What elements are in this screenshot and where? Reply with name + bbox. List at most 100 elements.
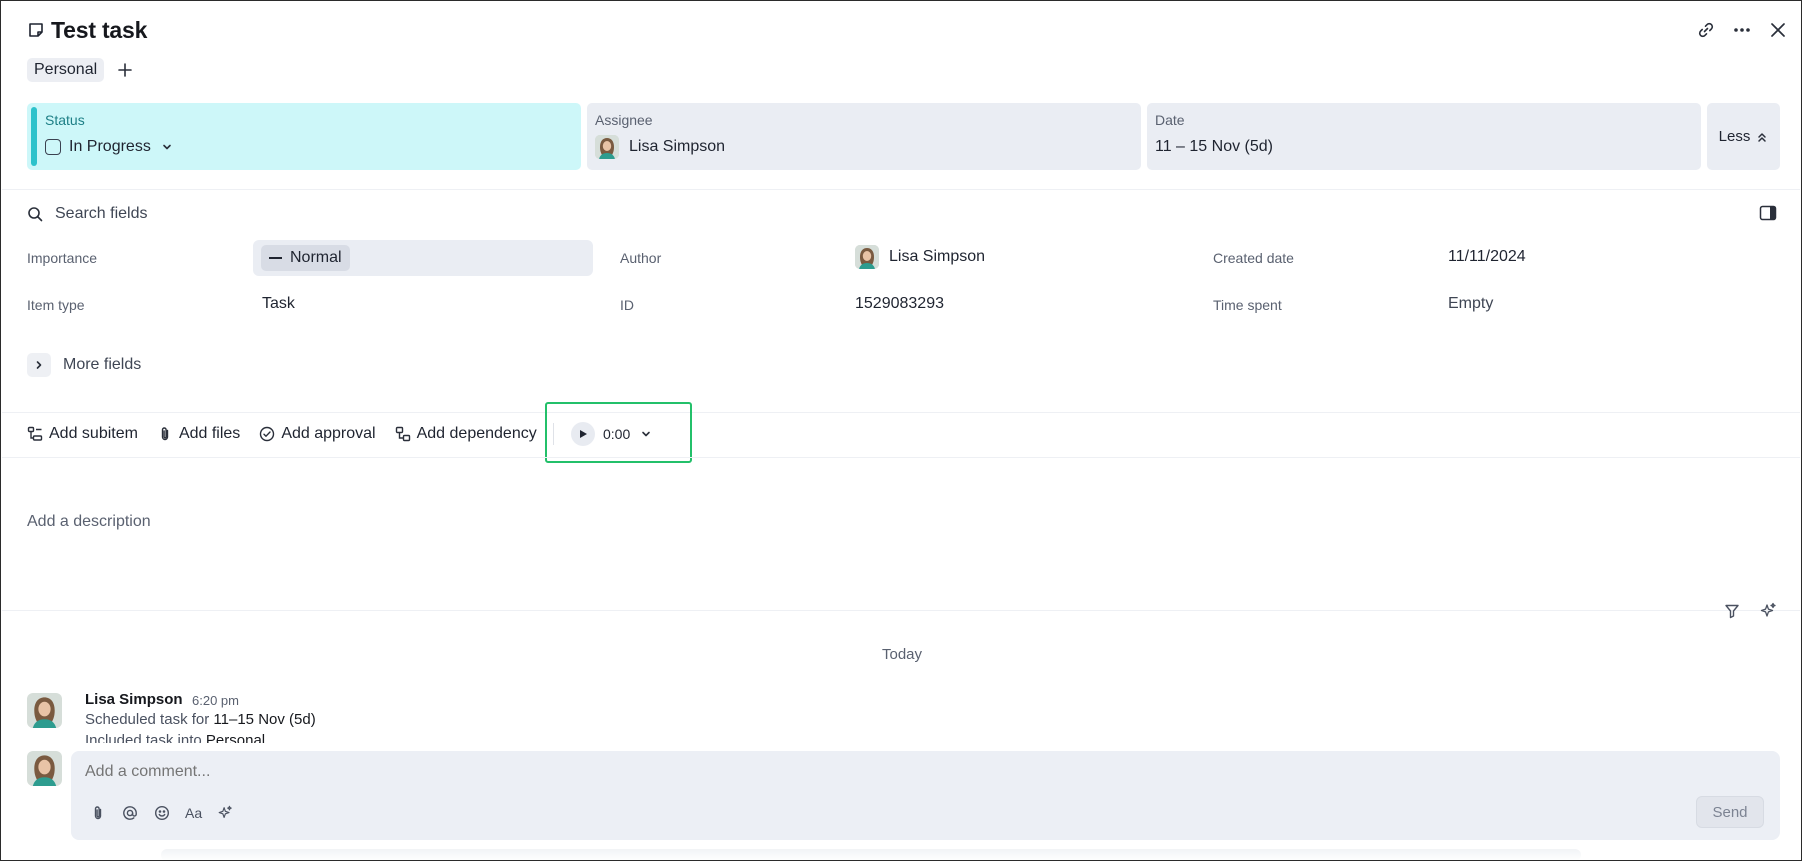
sparkle-icon[interactable] bbox=[216, 804, 234, 822]
activity-time: 6:20 pm bbox=[192, 693, 239, 708]
item-type-label: Item type bbox=[27, 297, 85, 313]
add-subitem-label: Add subitem bbox=[49, 425, 138, 442]
comment-input[interactable] bbox=[85, 761, 1485, 783]
task-note-icon bbox=[27, 21, 45, 39]
activity-line2-value: Personal bbox=[205, 732, 266, 743]
status-text: In Progress bbox=[69, 138, 151, 155]
activity-line1-value: 11–15 Nov (5d) bbox=[213, 711, 316, 728]
chevron-down-icon bbox=[161, 141, 173, 153]
activity-entry: Lisa Simpson 6:20 pm Scheduled task for … bbox=[27, 691, 1427, 743]
emoji-icon[interactable] bbox=[153, 804, 171, 822]
activity-line2-prefix: Included task into bbox=[85, 732, 202, 743]
task-title[interactable]: Test task bbox=[51, 17, 147, 44]
activity-date-group: Today bbox=[881, 646, 923, 663]
status-checkbox[interactable] bbox=[45, 139, 61, 155]
paperclip-icon bbox=[161, 427, 169, 441]
assignee-field[interactable]: Assignee Lisa Simpson bbox=[587, 103, 1141, 170]
paperclip-icon[interactable] bbox=[89, 804, 107, 822]
divider bbox=[2, 412, 1800, 413]
id-value: 1529083293 bbox=[855, 295, 944, 312]
status-label: Status bbox=[45, 112, 85, 128]
activity-line-scheduled: Scheduled task for 11–15 Nov (5d) bbox=[85, 711, 316, 728]
importance-chip[interactable]: Normal bbox=[261, 245, 350, 271]
add-approval-button[interactable]: Add approval bbox=[259, 425, 376, 443]
assignee-name: Lisa Simpson bbox=[629, 138, 726, 155]
author-label: Author bbox=[620, 250, 662, 266]
filter-icon[interactable] bbox=[1723, 602, 1741, 620]
search-icon bbox=[28, 207, 43, 222]
created-date-label: Created date bbox=[1213, 250, 1294, 266]
avatar bbox=[27, 751, 62, 786]
item-toolbar: Add subitem Add files Add approval Add d… bbox=[27, 422, 556, 446]
activity-line-included: Included task into Personal bbox=[85, 732, 265, 743]
avatar bbox=[595, 135, 619, 159]
status-value[interactable]: In Progress bbox=[45, 136, 173, 158]
activity-line1-prefix: Scheduled task for bbox=[85, 711, 210, 728]
field-row-2: Item type Task ID 1529083293 Time spent … bbox=[27, 287, 1780, 323]
assignee-label: Assignee bbox=[595, 112, 653, 128]
activity-author[interactable]: Lisa Simpson bbox=[85, 691, 183, 708]
divider bbox=[2, 189, 1800, 190]
add-files-label: Add files bbox=[178, 425, 241, 442]
activity-actions bbox=[1723, 602, 1777, 620]
more-fields-toggle[interactable]: More fields bbox=[27, 353, 141, 377]
chevron-down-icon[interactable] bbox=[640, 428, 652, 440]
task-detail-panel: Test task Personal Status In Progress As… bbox=[0, 0, 1802, 861]
dash-icon bbox=[269, 257, 282, 259]
add-dependency-label: Add dependency bbox=[416, 425, 537, 442]
timer-value: 0:00 bbox=[603, 426, 631, 442]
less-toggle-button[interactable]: Less bbox=[1707, 103, 1780, 170]
send-button[interactable]: Send bbox=[1696, 796, 1764, 828]
tags-row: Personal bbox=[27, 58, 134, 82]
close-icon[interactable] bbox=[1769, 21, 1787, 39]
created-date-value: 11/11/2024 bbox=[1448, 248, 1526, 265]
avatar bbox=[855, 245, 879, 269]
author-value[interactable]: Lisa Simpson bbox=[855, 245, 985, 269]
side-panel-icon[interactable] bbox=[1759, 205, 1777, 221]
add-dependency-button[interactable]: Add dependency bbox=[395, 425, 537, 443]
assignee-value[interactable]: Lisa Simpson bbox=[595, 135, 726, 159]
importance-value: Normal bbox=[290, 249, 342, 266]
importance-field[interactable]: Normal bbox=[253, 240, 593, 276]
search-fields[interactable]: Search fields bbox=[27, 203, 148, 225]
importance-label: Importance bbox=[27, 250, 98, 266]
add-approval-label: Add approval bbox=[281, 425, 376, 442]
mention-icon[interactable] bbox=[121, 804, 139, 822]
comment-composer: Aa Send bbox=[71, 751, 1780, 840]
play-icon[interactable] bbox=[571, 422, 595, 446]
id-label: ID bbox=[620, 297, 634, 313]
dependency-icon bbox=[395, 426, 410, 442]
search-fields-placeholder: Search fields bbox=[55, 205, 148, 222]
description-field[interactable]: Add a description bbox=[27, 513, 151, 531]
status-color-bar bbox=[31, 107, 37, 166]
more-fields-label: More fields bbox=[63, 356, 142, 373]
subitem-icon bbox=[27, 426, 43, 441]
task-header: Test task bbox=[27, 15, 1787, 45]
date-field[interactable]: Date 11 – 15 Nov (5d) bbox=[1147, 103, 1701, 170]
check-circle-icon bbox=[260, 426, 275, 442]
time-spent-value[interactable]: Empty bbox=[1448, 295, 1493, 313]
composer-shadow bbox=[161, 849, 1581, 860]
item-type-value[interactable]: Task bbox=[262, 295, 295, 313]
avatar bbox=[27, 693, 62, 728]
more-options-icon[interactable] bbox=[1733, 21, 1751, 39]
time-tracker[interactable]: 0:00 bbox=[571, 422, 652, 446]
divider bbox=[2, 457, 1800, 458]
sparkle-icon[interactable] bbox=[1759, 602, 1777, 620]
add-tag-icon[interactable] bbox=[116, 61, 134, 79]
top-fields: Status In Progress Assignee Lisa Simpson… bbox=[27, 103, 1780, 170]
text-format-button[interactable]: Aa bbox=[185, 805, 202, 821]
link-icon[interactable] bbox=[1697, 21, 1715, 39]
add-subitem-button[interactable]: Add subitem bbox=[27, 425, 138, 443]
divider bbox=[2, 610, 1800, 611]
date-label: Date bbox=[1155, 112, 1185, 128]
chevron-double-up-icon bbox=[1758, 132, 1767, 142]
field-row-1: Importance Normal Author Lisa Simpson Cr… bbox=[27, 240, 1780, 276]
time-spent-label: Time spent bbox=[1213, 297, 1282, 313]
tag-personal[interactable]: Personal bbox=[27, 58, 105, 82]
author-name: Lisa Simpson bbox=[889, 248, 986, 265]
chevron-right-icon[interactable] bbox=[27, 353, 51, 377]
add-files-button[interactable]: Add files bbox=[157, 425, 240, 443]
date-value[interactable]: 11 – 15 Nov (5d) bbox=[1155, 136, 1273, 158]
status-field[interactable]: Status In Progress bbox=[27, 103, 581, 170]
